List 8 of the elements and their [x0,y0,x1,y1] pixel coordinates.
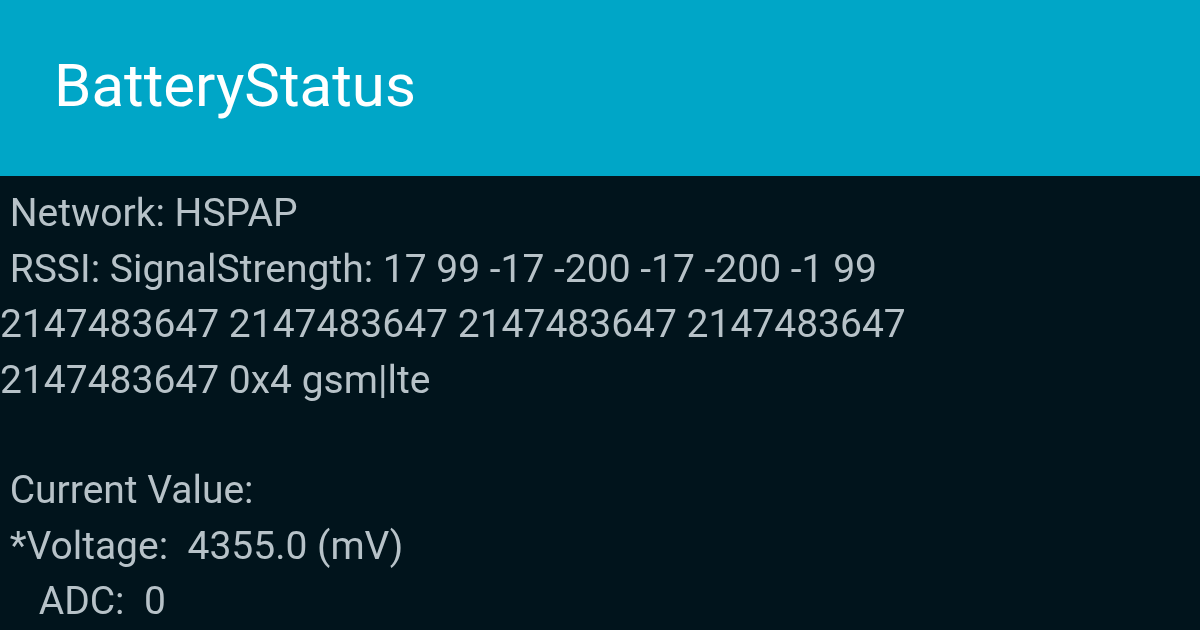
app-title: BatteryStatus [54,56,416,120]
info-text-line: Current Value: [8,466,254,515]
info-text-line: *Voltage: 4355.0 (mV) [8,521,404,571]
info-text-line: 2147483647 2147483647 2147483647 2147483647 [0,300,906,349]
info-text-line: Network: HSPAP [8,189,298,238]
info-text-line: RSSI: SignalStrength: 17 99 -17 -200 -17 -200 -1 99 [8,244,877,294]
info-text-line: 2147483647 0x4 gsm|lte [0,355,431,405]
info-text-line: ADC: 0 [37,577,166,626]
